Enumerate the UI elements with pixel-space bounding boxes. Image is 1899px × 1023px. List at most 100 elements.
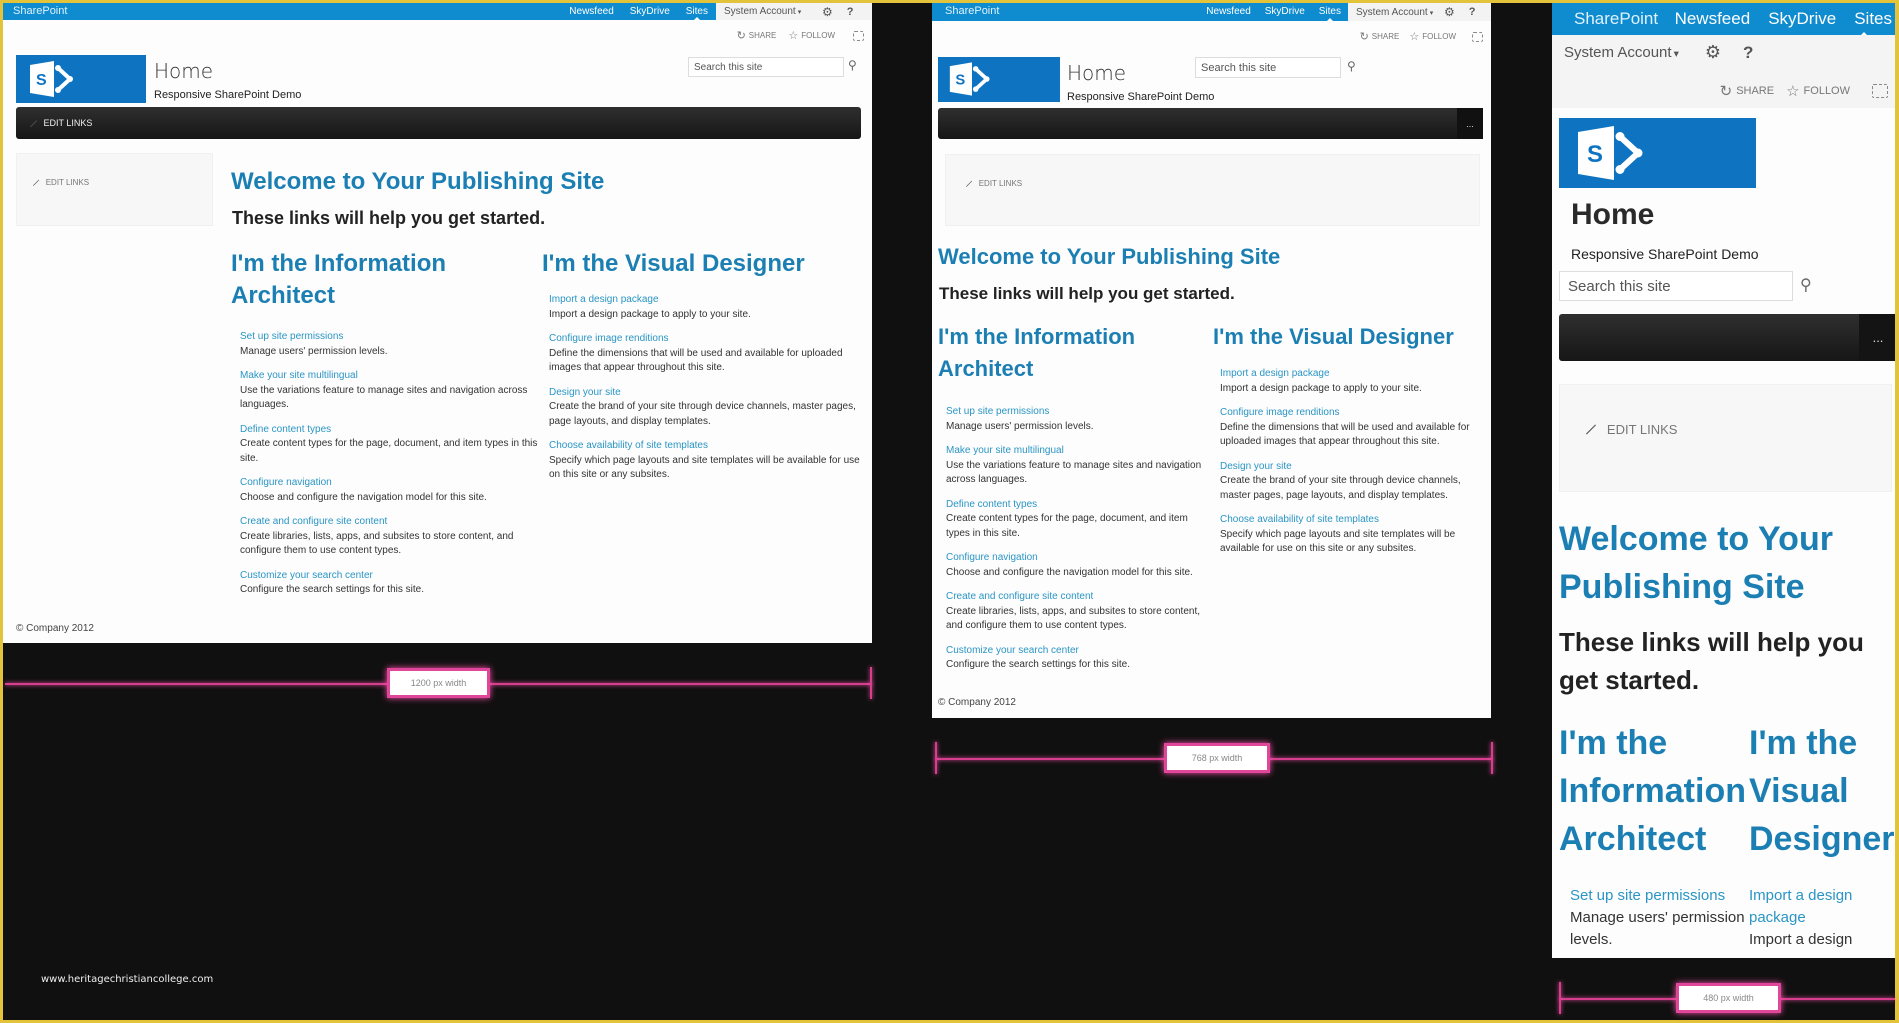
item-link[interactable]: Create and configure site content [946, 590, 1213, 605]
item-link[interactable]: Set up site permissions [1570, 885, 1749, 907]
item-link[interactable]: Choose availability of site templates [1220, 513, 1488, 528]
column-heading: I'm the Information Architect [1559, 724, 1746, 858]
brand-link[interactable]: SharePoint [3, 3, 67, 20]
sharepoint-logo-icon: S [30, 61, 73, 97]
focus-content-icon[interactable] [1872, 84, 1888, 98]
edit-links-label: EDIT LINKS [45, 178, 90, 187]
item-link[interactable]: Design your site [549, 386, 862, 401]
item-desc: Import a design [1749, 931, 1853, 948]
item-link[interactable]: Configure navigation [240, 476, 541, 491]
item-link[interactable]: Configure image renditions [1220, 406, 1488, 421]
list-item: Configure navigation Choose and configure… [240, 476, 541, 505]
help-icon[interactable]: ? [847, 6, 854, 18]
search-placeholder: Search this site [1201, 61, 1277, 74]
list-item: Choose availability of site templates Spe… [1220, 513, 1488, 557]
item-link[interactable]: Define content types [240, 423, 541, 438]
lead-text: These links will help you get started. [939, 284, 1235, 303]
gear-icon[interactable]: ⚙ [1444, 5, 1455, 19]
top-nav-bar: ... [938, 108, 1483, 139]
nav-sites[interactable]: Sites [678, 3, 716, 20]
column-visual-designer: I'm the Visual Designer Import a design … [542, 248, 862, 493]
edit-links-left[interactable]: ❘ EDIT LINKS [964, 178, 1479, 189]
item-desc: Specify which page layouts and site temp… [1220, 528, 1456, 555]
site-logo[interactable]: S [938, 57, 1060, 102]
brand-link[interactable]: SharePoint [932, 3, 999, 21]
top-nav-bar: ... [1559, 314, 1895, 361]
nav-sites[interactable]: Sites [1836, 3, 1892, 35]
item-link[interactable]: Choose availability of site templates [549, 439, 862, 454]
nav-skydrive[interactable]: SkyDrive [1258, 3, 1312, 21]
gear-icon[interactable]: ⚙ [1705, 42, 1721, 63]
site-logo[interactable]: S [1559, 118, 1756, 188]
svg-text:S: S [1587, 141, 1603, 168]
quick-launch: ❘ EDIT LINKS [945, 154, 1480, 226]
share-button[interactable]: ↻ SHARE [737, 29, 777, 42]
follow-button[interactable]: ☆ FOLLOW [788, 29, 835, 42]
list-item: Set up site permissions Manage users' per… [1570, 885, 1749, 951]
account-menu[interactable]: System Account ▾ [724, 6, 814, 17]
site-title[interactable]: Home [1067, 61, 1126, 85]
search-icon[interactable]: ⚲ [1347, 59, 1356, 73]
focus-content-icon[interactable] [853, 30, 864, 41]
item-link[interactable]: Set up site permissions [240, 330, 541, 345]
suite-links: Newsfeed SkyDrive Sites [1659, 3, 1892, 35]
search-input[interactable]: Search this site [688, 57, 844, 77]
follow-button[interactable]: ☆ FOLLOW [1409, 30, 1456, 43]
item-link[interactable]: Configure image renditions [549, 332, 862, 347]
item-desc: Manage users' permission levels. [240, 345, 388, 357]
list-item: Customize your search center Configure th… [240, 569, 541, 598]
search-input[interactable]: Search this site [1559, 271, 1793, 301]
share-button[interactable]: ↻ SHARE [1360, 30, 1400, 43]
item-link[interactable]: Customize your search center [946, 644, 1213, 659]
item-desc: Define the dimensions that will be used … [549, 347, 843, 374]
link-list: Import a design package Import a design [1749, 885, 1895, 951]
gear-icon[interactable]: ⚙ [822, 5, 833, 19]
column-heading: I'm the Visual Designer [542, 250, 805, 277]
nav-newsfeed[interactable]: Newsfeed [1659, 3, 1751, 35]
column-visual-designer: I'm the Visual Designer Import a design … [1213, 321, 1488, 567]
search-icon[interactable]: ⚲ [1800, 275, 1812, 295]
search-input[interactable]: Search this site [1195, 57, 1341, 78]
nav-newsfeed[interactable]: Newsfeed [1199, 3, 1257, 21]
share-label: SHARE [1371, 32, 1400, 41]
list-item: Create and configure site content Create … [946, 590, 1213, 634]
nav-newsfeed[interactable]: Newsfeed [561, 3, 621, 20]
edit-links-top[interactable]: ❘ EDIT LINKS [28, 116, 92, 128]
follow-button[interactable]: ☆ FOLLOW [1786, 82, 1850, 100]
share-button[interactable]: ↻ SHARE [1720, 82, 1774, 100]
welcome-heading: Welcome to Your Publishing Site [231, 168, 605, 195]
edit-links-left[interactable]: ❘ EDIT LINKS [1583, 419, 1891, 437]
item-link[interactable]: Define content types [946, 498, 1213, 513]
quick-launch: ❘ EDIT LINKS [1559, 384, 1892, 492]
site-logo[interactable]: S [16, 55, 146, 103]
nav-sites[interactable]: Sites [1312, 3, 1348, 21]
site-title[interactable]: Home [154, 59, 213, 83]
nav-skydrive[interactable]: SkyDrive [622, 3, 678, 20]
nav-skydrive[interactable]: SkyDrive [1750, 3, 1836, 35]
item-link[interactable]: Import a design package [549, 293, 862, 308]
site-title[interactable]: Home [1571, 198, 1654, 232]
item-link[interactable]: Configure navigation [946, 551, 1213, 566]
item-link[interactable]: Import a design package [1220, 367, 1488, 382]
pencil-icon: ❘ [30, 176, 42, 189]
search-icon[interactable]: ⚲ [848, 58, 857, 72]
account-menu[interactable]: System Account ▾ [1356, 7, 1440, 18]
more-button[interactable]: ... [1457, 108, 1483, 139]
item-link[interactable]: Set up site permissions [946, 405, 1213, 420]
focus-content-icon[interactable] [1472, 31, 1483, 42]
list-item: Make your site multilingual Use the varia… [946, 444, 1213, 488]
item-link[interactable]: Make your site multilingual [946, 444, 1213, 459]
item-link[interactable]: Customize your search center [240, 569, 541, 584]
edit-links-left[interactable]: ❘ EDIT LINKS [30, 176, 212, 189]
item-link[interactable]: Create and configure site content [240, 515, 541, 530]
quick-launch: ❘ EDIT LINKS [16, 153, 213, 226]
item-link[interactable]: Import a design package [1749, 885, 1895, 929]
help-icon[interactable]: ? [1469, 6, 1476, 18]
ruler-tick [935, 742, 937, 774]
account-menu[interactable]: System Account ▾ [1564, 44, 1679, 61]
item-link[interactable]: Make your site multilingual [240, 369, 541, 384]
brand-link[interactable]: SharePoint [1552, 3, 1658, 35]
item-link[interactable]: Design your site [1220, 460, 1488, 475]
more-button[interactable]: ... [1859, 314, 1895, 361]
help-icon[interactable]: ? [1743, 43, 1753, 63]
